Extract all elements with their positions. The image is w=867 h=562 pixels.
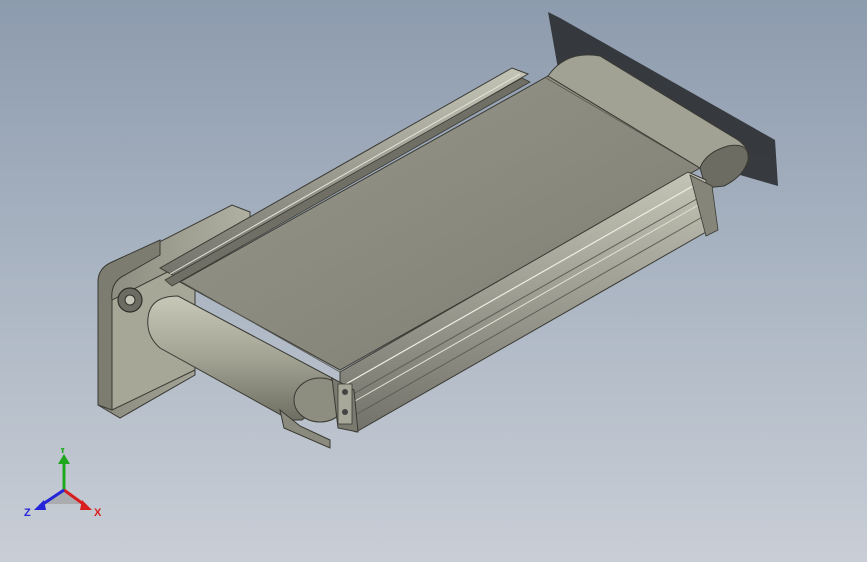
conveyor-model-view[interactable] (0, 0, 867, 562)
graphics-viewport[interactable]: Y X Z (0, 0, 867, 562)
x-axis-label: X (94, 507, 102, 519)
y-axis-label: Y (59, 448, 67, 456)
coordinate-triad: Y X Z (24, 448, 102, 519)
z-axis-label: Z (24, 507, 31, 519)
x-axis-arrow (80, 500, 92, 510)
z-axis-arrow (34, 500, 46, 510)
